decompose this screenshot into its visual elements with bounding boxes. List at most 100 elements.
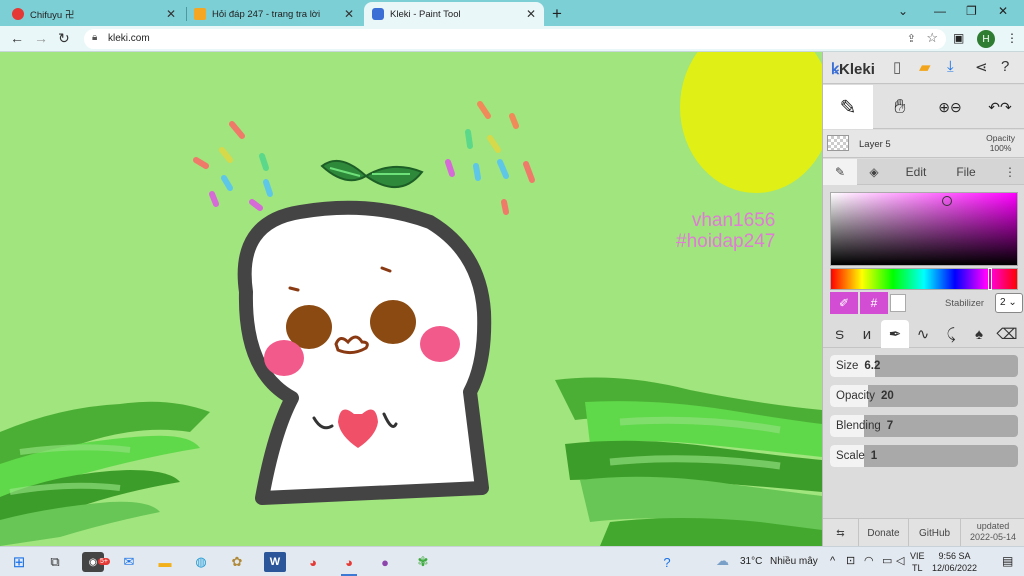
sun-shape [680, 52, 822, 193]
pixel-brush-button[interactable]: ∿ [909, 320, 937, 348]
close-tab-icon[interactable]: ✕ [344, 7, 354, 21]
more-menu-icon[interactable]: ⋮ [995, 159, 1024, 185]
hand-tool-button[interactable]: ✋︎ [875, 85, 925, 129]
mail-button[interactable]: ✉ [118, 552, 140, 572]
weather-temp[interactable]: 31°C [740, 556, 762, 567]
brush-icon: ✎ [839, 96, 857, 119]
paint-button[interactable]: ✿ [226, 552, 248, 572]
wifi-icon[interactable]: ◠ [864, 554, 874, 567]
pen-brush-button[interactable]: ട [825, 320, 853, 348]
tray-chevron-icon[interactable]: ^ [830, 555, 835, 567]
volume-icon[interactable]: ◁ [896, 554, 904, 567]
windows-logo-icon: ⊞ [12, 554, 26, 571]
hue-slider[interactable] [830, 268, 1018, 290]
tab-file[interactable]: File [941, 159, 991, 185]
hex-input-button[interactable]: # [860, 292, 888, 314]
open-folder-icon[interactable]: ▰ [919, 58, 931, 76]
slider-size[interactable]: Size 6.2 [830, 355, 1018, 377]
brush-tool-button[interactable]: ✎ [823, 85, 873, 129]
close-tab-icon[interactable]: ✕ [526, 7, 536, 21]
weather-desc[interactable]: Nhiều mây [770, 556, 818, 567]
reload-icon[interactable]: ↻ [58, 30, 70, 47]
word-button[interactable]: W [264, 552, 286, 572]
chrome-menu-icon[interactable]: ⋮ [1006, 31, 1018, 45]
weather-cloud-icon[interactable]: ☁ [716, 553, 729, 569]
eyedropper-button[interactable]: ✐ [830, 292, 858, 314]
slider-name: Size [836, 360, 859, 372]
url-text[interactable]: kleki.com [108, 33, 150, 44]
layer-opacity: Opacity 100% [986, 133, 1015, 153]
notification-center-icon[interactable]: ▤ [1002, 554, 1013, 568]
hoidap-favicon-icon [194, 8, 206, 20]
new-tab-icon[interactable]: + [552, 4, 562, 24]
tool-selector: ✎ ✋︎ ⊕⊖ ↶↷ [823, 85, 1024, 129]
tray-app-icon[interactable]: ⊡ [846, 554, 855, 567]
slider-value: 7 [886, 420, 894, 432]
tab-edit[interactable]: Edit [891, 159, 941, 185]
tab-title: Chifuyu 卍 [30, 10, 75, 21]
drawing-canvas[interactable]: vhan1656 #hoidap247 [0, 52, 822, 546]
tab-hoidap247[interactable]: Hỏi đáp 247 - trang tra lời ✕ [186, 2, 362, 26]
chrome-button[interactable]: ◕ [302, 552, 324, 572]
github-link[interactable]: GitHub [909, 519, 961, 547]
app-drop-button[interactable]: ● [374, 552, 396, 572]
updated-info[interactable]: updated 2022-05-14 [961, 521, 1024, 543]
help-icon[interactable]: ? [1001, 58, 1009, 75]
task-view-button[interactable]: ⧉ [44, 552, 66, 572]
updated-label: updated [976, 521, 1010, 531]
slider-scale[interactable]: Scale 1 [830, 445, 1018, 467]
slider-blending[interactable]: Blending 7 [830, 415, 1018, 437]
restore-icon[interactable]: ❐ [966, 4, 977, 18]
edge-button[interactable]: ◍ [190, 552, 212, 572]
clock-date: 12/06/2022 [932, 563, 978, 573]
smudge-brush-button[interactable]: ♠︎ [965, 320, 993, 348]
bookmark-star-icon[interactable]: ☆ [926, 30, 938, 46]
undo-redo-buttons[interactable]: ↶↷ [975, 85, 1024, 129]
close-tab-icon[interactable]: ✕ [166, 7, 176, 21]
app-flower-button[interactable]: ✾ [412, 552, 434, 572]
close-window-icon[interactable]: ✕ [998, 4, 1008, 18]
download-icon[interactable]: ⤓ [947, 58, 954, 75]
share-icon[interactable]: ⇪ [907, 32, 916, 45]
side-panel-icon[interactable]: ▣ [953, 31, 964, 45]
donate-link[interactable]: Donate [859, 519, 909, 547]
slider-label: Size 6.2 [836, 360, 880, 372]
new-image-icon[interactable]: ▯ [893, 58, 901, 76]
address-bar[interactable]: 🔒︎ kleki.com ⇪ ☆ [84, 29, 946, 49]
swap-side-icon[interactable]: ⇆ [823, 519, 859, 547]
slider-label: Opacity 20 [836, 390, 894, 402]
tab-layers[interactable]: ◈ [857, 159, 891, 185]
system-clock[interactable]: 9:56 SA 12/06/2022 [932, 550, 977, 574]
tab-kleki[interactable]: Kleki - Paint Tool ✕ [364, 2, 544, 26]
profile-avatar[interactable]: H [977, 30, 995, 48]
taskbar-app-badge[interactable]: ◉ 5+ [82, 552, 110, 572]
sketchy-brush-button[interactable]: ✒ [881, 320, 909, 348]
forward-icon[interactable]: → [34, 30, 48, 46]
hue-slider-handle[interactable] [988, 268, 992, 290]
minimize-icon[interactable]: — [934, 4, 946, 18]
start-button[interactable]: ⊞ [8, 552, 30, 572]
kleki-logo[interactable]: ꝃKleki [831, 59, 875, 79]
battery-icon[interactable]: ▭ [882, 554, 892, 567]
chemy-brush-button[interactable]: ⤹ [937, 320, 965, 348]
chrome-profile-button[interactable]: ◕ [338, 552, 360, 576]
slider-opacity[interactable]: Opacity 20 [830, 385, 1018, 407]
tab-search-chevron-icon[interactable]: ⌄ [898, 4, 908, 18]
tab-brush[interactable]: ✎ [823, 159, 857, 185]
eraser-icon: ⌫ [996, 326, 1018, 343]
stabilizer-select[interactable]: 2 ⌄ [995, 293, 1023, 313]
help-tray-button[interactable]: ? [656, 552, 678, 572]
back-icon[interactable]: ← [10, 30, 24, 46]
secondary-color-swatch[interactable] [890, 294, 906, 312]
language-indicator[interactable]: VIE TL [910, 550, 925, 574]
current-layer-bar[interactable]: Layer 5 Opacity 100% [823, 130, 1024, 158]
share-icon[interactable]: ⋖ [975, 58, 988, 76]
tab-chifuyu[interactable]: Chifuyu 卍 ✕ [4, 2, 184, 26]
lock-icon[interactable]: 🔒︎ [92, 32, 97, 43]
color-picker-area[interactable] [830, 192, 1018, 266]
eraser-button[interactable]: ⌫ [993, 320, 1021, 348]
zoom-buttons[interactable]: ⊕⊖ [927, 85, 973, 129]
blend-brush-button[interactable]: ᴎ [853, 320, 881, 348]
file-explorer-button[interactable]: ▬ [154, 552, 176, 572]
color-picker-cursor[interactable] [942, 196, 952, 206]
